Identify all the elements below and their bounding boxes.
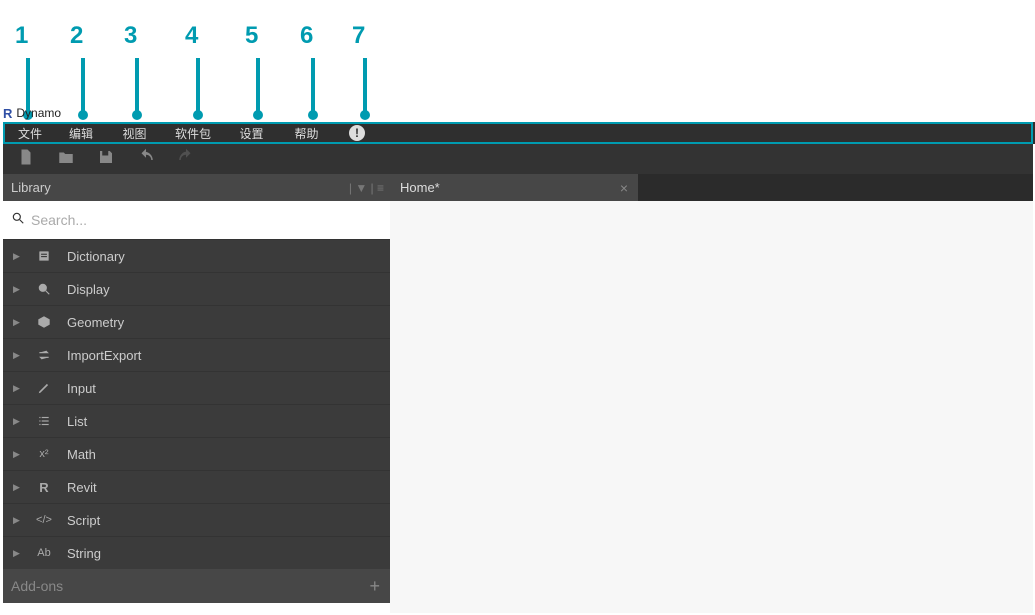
callout-4: 4 [185,22,198,50]
chevron-right-icon: ▶ [13,548,21,559]
chevron-right-icon: ▶ [13,482,21,493]
revit-icon: R [35,480,53,495]
close-icon[interactable]: × [620,180,628,196]
lib-label: ImportExport [67,348,141,363]
lib-item-revit[interactable]: ▶ R Revit [3,470,390,503]
menu-info-icon[interactable]: ! [349,125,365,141]
redo-icon[interactable] [177,148,195,171]
callout-5: 5 [245,22,258,50]
save-icon[interactable] [97,148,115,171]
code-icon: </> [35,514,53,526]
workspace-tab-label: Home* [400,180,440,195]
lib-label: Math [67,447,96,462]
lib-label: Geometry [67,315,124,330]
lib-item-dictionary[interactable]: ▶ Dictionary [3,239,390,272]
callout-3: 3 [124,22,137,50]
library-header: Library | ▼ | ≡ [3,174,390,201]
lib-item-importexport[interactable]: ▶ ImportExport [3,338,390,371]
callout-1: 1 [15,22,28,50]
chevron-right-icon: ▶ [13,284,21,295]
menu-help[interactable]: 帮助 [279,124,334,142]
lib-item-input[interactable]: ▶ Input [3,371,390,404]
chevron-right-icon: ▶ [13,383,21,394]
lib-label: String [67,546,101,561]
lib-item-script[interactable]: ▶ </> Script [3,503,390,536]
callout-2: 2 [70,22,83,50]
dictionary-icon [35,249,53,263]
addons-section[interactable]: Add-ons + [3,569,390,603]
lib-label: Script [67,513,100,528]
annotation-callouts: 1 2 3 4 5 6 7 [0,0,1035,122]
search-input[interactable] [31,212,390,228]
chevron-right-icon: ▶ [13,317,21,328]
search-icon [11,211,25,230]
chevron-right-icon: ▶ [13,449,21,460]
math-icon: x² [35,448,53,460]
lib-label: Input [67,381,96,396]
plus-icon[interactable]: + [369,576,380,597]
library-panel: Library | ▼ | ≡ ▶ Dictionary ▶ Display ▶… [3,174,390,603]
new-file-icon[interactable] [17,148,35,171]
menu-edit[interactable]: 编辑 [55,124,107,142]
toolbar [3,144,1033,174]
chevron-right-icon: ▶ [13,515,21,526]
swap-icon [35,348,53,362]
library-list: ▶ Dictionary ▶ Display ▶ Geometry ▶ Impo… [3,239,390,569]
menu-packages[interactable]: 软件包 [162,124,224,142]
lib-item-string[interactable]: ▶ Ab String [3,536,390,569]
cube-icon [35,315,53,329]
workspace-tab-home[interactable]: Home* × [390,174,638,201]
chevron-right-icon: ▶ [13,251,21,262]
callout-6: 6 [300,22,313,50]
addons-label: Add-ons [11,578,63,594]
lib-item-geometry[interactable]: ▶ Geometry [3,305,390,338]
chevron-right-icon: ▶ [13,416,21,427]
menu-settings[interactable]: 设置 [224,124,279,142]
list-icon [35,414,53,428]
menubar: 文件 编辑 视图 软件包 设置 帮助 ! [3,122,1033,144]
lib-label: List [67,414,87,429]
workspace-canvas[interactable] [390,201,1033,613]
app-title: Dynamo [16,106,61,120]
library-header-controls[interactable]: | ▼ | ≡ [349,181,384,195]
pencil-icon [35,381,53,395]
menu-view[interactable]: 视图 [107,124,162,142]
lib-label: Display [67,282,110,297]
lib-item-display[interactable]: ▶ Display [3,272,390,305]
callout-7: 7 [352,22,365,50]
menu-file[interactable]: 文件 [5,124,55,142]
library-title: Library [11,180,51,195]
open-file-icon[interactable] [57,148,75,171]
lib-label: Dictionary [67,249,125,264]
lib-item-list[interactable]: ▶ List [3,404,390,437]
lib-item-math[interactable]: ▶ x² Math [3,437,390,470]
magnifier-icon [35,282,53,296]
titlebar: R Dynamo [3,104,61,122]
string-icon: Ab [35,547,53,559]
lib-label: Revit [67,480,97,495]
library-search[interactable] [3,201,390,239]
undo-icon[interactable] [137,148,155,171]
chevron-right-icon: ▶ [13,350,21,361]
app-logo-icon: R [3,106,12,121]
